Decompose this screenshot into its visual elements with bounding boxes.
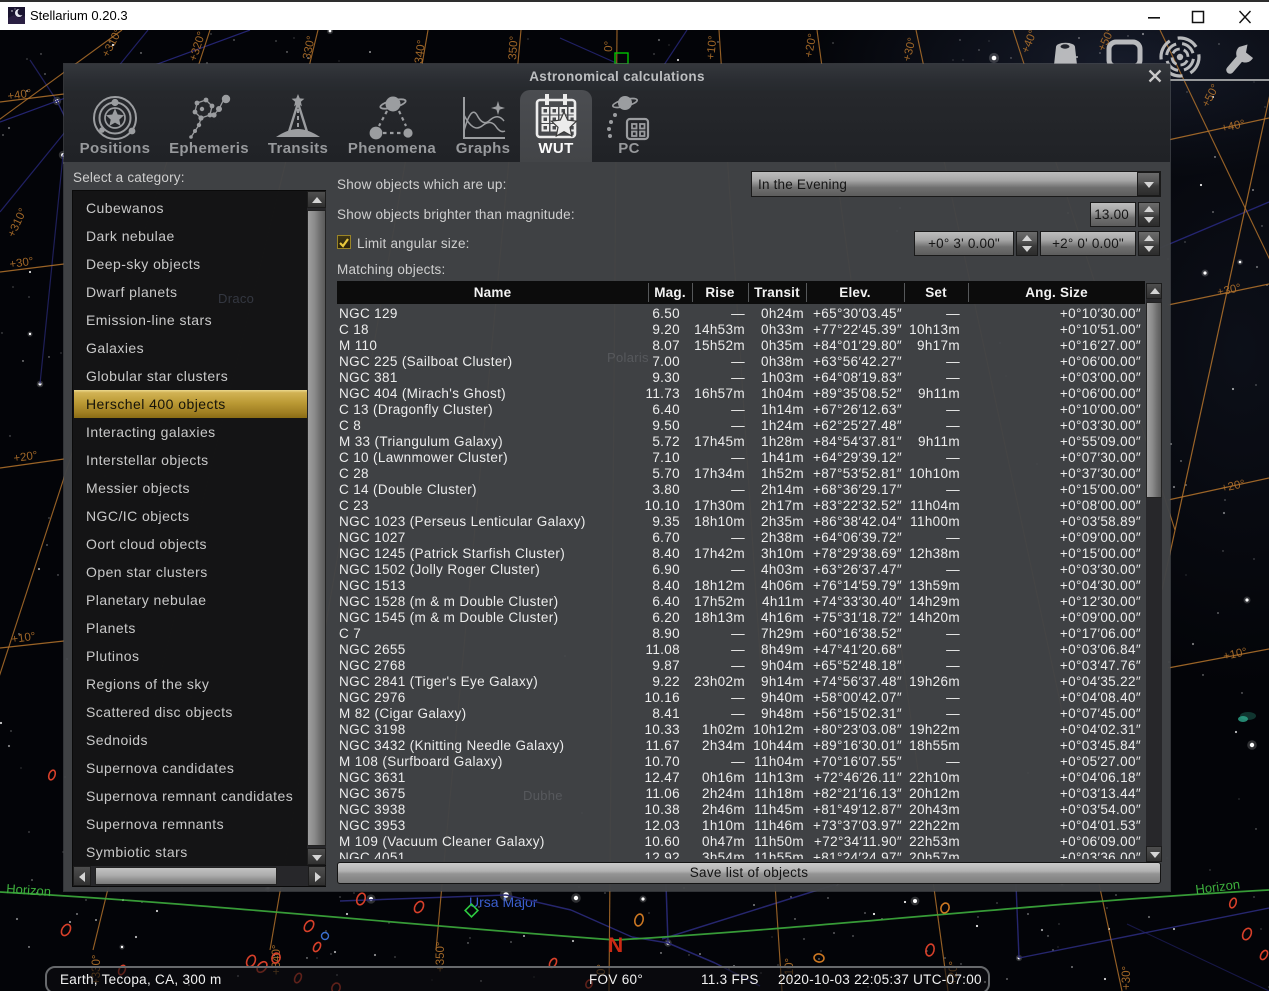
svg-text:N: N xyxy=(608,934,623,957)
svg-text:+30°: +30° xyxy=(1121,966,1133,990)
svg-text:+10°: +10° xyxy=(705,35,719,60)
svg-text:Horizon: Horizon xyxy=(6,881,52,899)
svg-text:0°: 0° xyxy=(603,41,615,52)
svg-text:350°: 350° xyxy=(507,36,521,61)
